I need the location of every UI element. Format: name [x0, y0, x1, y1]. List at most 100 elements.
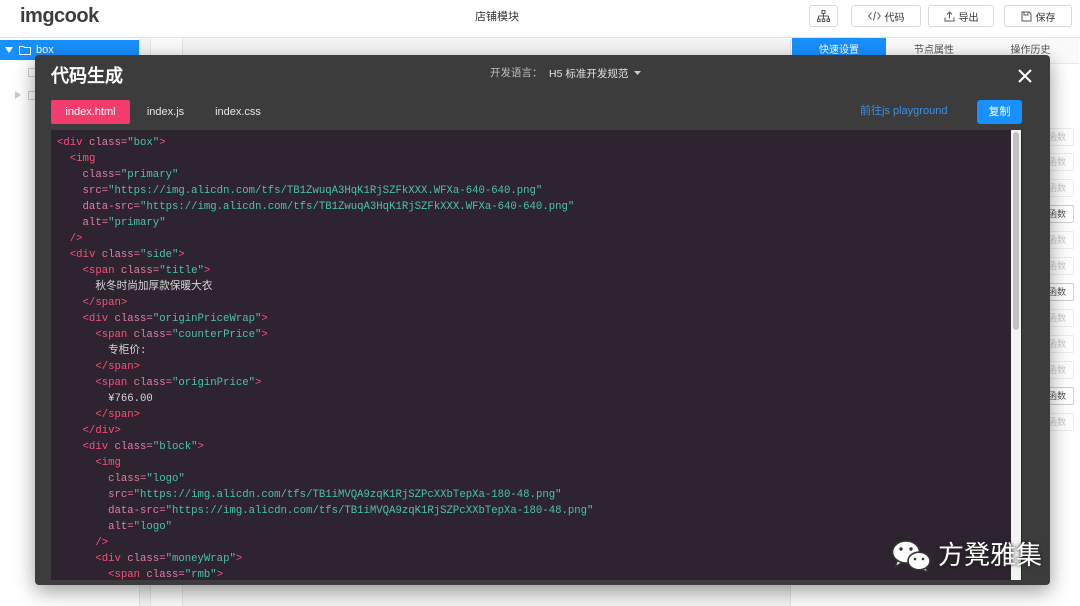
- imgcook-logo[interactable]: imgcook: [20, 3, 99, 29]
- code-token-tag: <span: [95, 329, 128, 341]
- language-select[interactable]: H5 标准开发规范: [549, 66, 642, 80]
- page-title: 店铺模块: [475, 11, 519, 23]
- watermark: 方凳雅集: [890, 536, 1042, 576]
- close-button[interactable]: [1018, 69, 1032, 83]
- code-line: />: [57, 231, 593, 247]
- code-token-attr: class: [114, 313, 147, 325]
- code-line: src="https://img.alicdn.com/tfs/TB1iMVQA…: [57, 487, 593, 503]
- playground-link[interactable]: 前往js playground: [860, 104, 947, 118]
- code-token-string: "primary": [120, 169, 179, 181]
- watermark-text: 方凳雅集: [938, 541, 1043, 571]
- code-token-tag: <div: [95, 553, 121, 565]
- code-token-attr: class: [114, 441, 147, 453]
- code-line: 秋冬时尚加厚款保暖大衣: [57, 279, 593, 295]
- code-token-tag: >: [235, 553, 243, 565]
- code-icon: [867, 11, 881, 21]
- code-token-attr: class: [120, 265, 153, 277]
- code-button[interactable]: 代码: [851, 5, 921, 27]
- code-line: alt="primary": [57, 215, 593, 231]
- structure-tree-button[interactable]: [809, 5, 838, 27]
- code-token-text: ¥766.00: [57, 393, 153, 405]
- language-select-value: H5 标准开发规范: [549, 67, 629, 80]
- code-token-tag: >: [133, 361, 141, 373]
- code-token-string: "https://img.alicdn.com/tfs/TB1ZwuqA3HqK…: [140, 201, 575, 213]
- language-label: 开发语言：: [490, 67, 543, 79]
- modal-title: 代码生成: [51, 66, 123, 86]
- code-line: 专柜价:: [57, 343, 593, 359]
- code-token-string: "originPrice": [171, 377, 255, 389]
- code-token-attr: class: [127, 553, 160, 565]
- code-line: ¥766.00: [57, 391, 593, 407]
- code-token-string: "logo": [146, 473, 185, 485]
- code-line: class="logo": [57, 471, 593, 487]
- collapse-arrow-icon[interactable]: [5, 47, 13, 53]
- code-generation-modal: 代码生成 开发语言： H5 标准开发规范 index.html index.js…: [35, 55, 1050, 585]
- code-token-tag: >: [114, 425, 121, 437]
- copy-button[interactable]: 复制: [977, 100, 1022, 124]
- code-token-string: "box": [127, 137, 160, 149]
- code-token-attr: class: [133, 329, 166, 341]
- code-token-string: "side": [140, 249, 179, 261]
- code-token-attr: class: [88, 137, 121, 149]
- code-token-tag: <span: [82, 265, 115, 277]
- export-icon: [944, 10, 955, 22]
- code-token-tag: />: [95, 537, 109, 549]
- code-token-tag: <img: [95, 457, 121, 469]
- expand-arrow-icon[interactable]: [15, 91, 21, 99]
- code-token-tag: >: [255, 377, 262, 389]
- code-token-text: 专柜价:: [57, 345, 147, 357]
- code-button-label: 代码: [884, 12, 905, 24]
- code-line: class="primary": [57, 167, 593, 183]
- code-token-attr: alt: [82, 217, 102, 229]
- code-line: <span class="rmb">: [57, 567, 593, 580]
- code-token-tag: >: [178, 249, 185, 261]
- code-line: data-src="https://img.alicdn.com/tfs/TB1…: [57, 503, 593, 519]
- code-token-tag: >: [120, 297, 128, 309]
- code-token-attr: class: [108, 473, 141, 485]
- code-token-text: 秋冬时尚加厚款保暖大衣: [57, 281, 213, 293]
- close-icon: [1018, 69, 1032, 83]
- code-token-tag: </span: [95, 409, 134, 421]
- code-token-tag: >: [261, 329, 268, 341]
- code-line: src="https://img.alicdn.com/tfs/TB1ZwuqA…: [57, 183, 593, 199]
- code-token-string: "logo": [133, 521, 172, 533]
- code-scrollbar-thumb[interactable]: [1013, 132, 1019, 330]
- code-token-string: "title": [159, 265, 204, 277]
- code-token-string: "https://img.alicdn.com/tfs/TB1ZwuqA3HqK…: [108, 185, 543, 197]
- tab-index-html[interactable]: index.html: [51, 100, 130, 124]
- code-line: data-src="https://img.alicdn.com/tfs/TB1…: [57, 199, 593, 215]
- code-token-tag: <img: [69, 153, 96, 165]
- code-scrollbar[interactable]: [1011, 130, 1021, 580]
- code-line: <span class="counterPrice">: [57, 327, 593, 343]
- code-line: alt="logo": [57, 519, 593, 535]
- save-button[interactable]: 保存: [1004, 5, 1072, 27]
- code-token-string: "rmb": [184, 569, 217, 580]
- code-token-string: "https://img.alicdn.com/tfs/TB1iMVQA9zqK…: [165, 505, 594, 517]
- code-token-string: "originPriceWrap": [152, 313, 262, 325]
- tab-index-css[interactable]: index.css: [203, 100, 273, 124]
- code-token-string: "moneyWrap": [165, 553, 236, 565]
- code-token-tag: <div: [57, 137, 83, 149]
- code-viewer[interactable]: <div class="box"> <img class="primary" s…: [51, 130, 1022, 580]
- code-line: <img: [57, 151, 593, 167]
- export-button[interactable]: 导出: [928, 5, 994, 27]
- code-token-tag: <span: [108, 569, 141, 580]
- code-line: <div class="block">: [57, 439, 593, 455]
- tab-index-js[interactable]: index.js: [135, 100, 196, 124]
